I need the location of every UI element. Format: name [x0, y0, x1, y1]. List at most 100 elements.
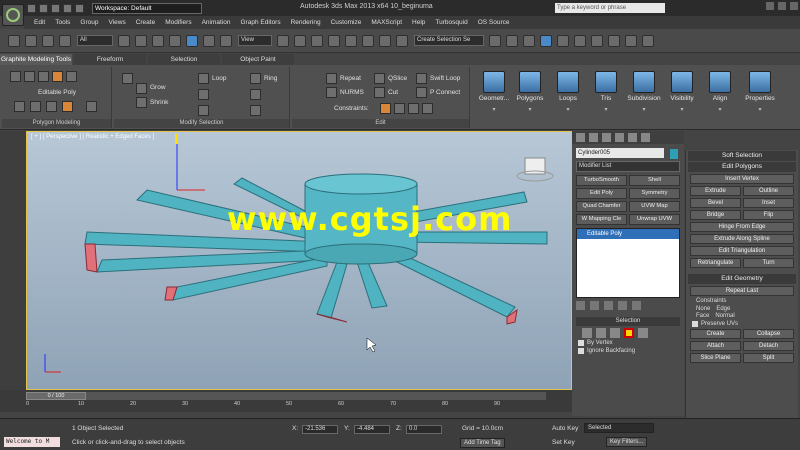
- edge-mode-icon[interactable]: [24, 71, 35, 82]
- track-bar[interactable]: 0 10 20 30 40 50 60 70 80 90: [26, 401, 546, 411]
- outline-button[interactable]: Outline: [743, 186, 794, 196]
- add-time-tag-button[interactable]: Add Time Tag: [460, 438, 505, 448]
- attach-button[interactable]: Attach: [690, 341, 741, 351]
- motion-tab-icon[interactable]: [615, 133, 624, 142]
- edit-poly-button[interactable]: Edit Poly: [576, 188, 627, 199]
- edit-named-selection-icon[interactable]: [396, 34, 408, 47]
- save-file-icon[interactable]: [51, 3, 60, 13]
- tab-graphite-modeling-tools[interactable]: Graphite Modeling Tools: [0, 54, 72, 65]
- keyboard-shortcut-icon[interactable]: [311, 34, 323, 47]
- menu-help[interactable]: Help: [412, 19, 425, 26]
- split-button[interactable]: Split: [743, 353, 794, 363]
- angle-snap-icon[interactable]: [345, 34, 357, 47]
- snaps-toggle-icon[interactable]: [328, 34, 340, 47]
- utilities-tab-icon[interactable]: [641, 133, 650, 142]
- modify-mode-icon[interactable]: [14, 101, 25, 112]
- nurms-label[interactable]: NURMS: [340, 89, 364, 96]
- element-icon[interactable]: [638, 328, 648, 338]
- spinner-snap-icon[interactable]: [379, 34, 391, 47]
- hinge-from-edge-button[interactable]: Hinge From Edge: [690, 222, 794, 232]
- selection-region-icon[interactable]: [152, 34, 164, 47]
- maxscript-listener[interactable]: Welcome to M: [4, 437, 60, 447]
- key-filters-button[interactable]: Key Filters...: [606, 437, 648, 447]
- menu-animation[interactable]: Animation: [202, 19, 231, 26]
- border-mode-icon[interactable]: [38, 71, 49, 82]
- menu-customize[interactable]: Customize: [331, 19, 362, 26]
- search-input[interactable]: Type a keyword or phrase: [555, 3, 665, 13]
- display-tab-icon[interactable]: [628, 133, 637, 142]
- constraint-face-icon[interactable]: [408, 103, 419, 114]
- constraint-normal-icon[interactable]: [422, 103, 433, 114]
- configure-sets-icon[interactable]: [632, 301, 641, 310]
- hierarchy-tab-icon[interactable]: [602, 133, 611, 142]
- undo-icon[interactable]: [8, 34, 20, 47]
- modifier-list-dropdown[interactable]: Modifier List: [576, 161, 680, 172]
- stack-item-editable-poly[interactable]: Editable Poly: [577, 229, 679, 239]
- minimize-icon[interactable]: [766, 2, 774, 10]
- menu-rendering[interactable]: Rendering: [291, 19, 321, 26]
- quad-chamfer-button[interactable]: Quad Chamfer: [576, 201, 627, 212]
- make-unique-icon[interactable]: [604, 301, 613, 310]
- object-color-swatch[interactable]: [670, 149, 678, 159]
- select-manipulate-icon[interactable]: [294, 34, 306, 47]
- slice-plane-button[interactable]: Slice Plane: [690, 353, 741, 363]
- shell-button[interactable]: Shell: [629, 175, 680, 186]
- insert-vertex-button[interactable]: Insert Vertex: [690, 174, 794, 184]
- y-coordinate-field[interactable]: -4.484: [354, 425, 390, 434]
- percent-snap-icon[interactable]: [362, 34, 374, 47]
- properties-button[interactable]: Properties ▾: [740, 69, 780, 123]
- mirror-icon[interactable]: [489, 34, 501, 47]
- open-file-icon[interactable]: [39, 3, 48, 13]
- render-icon[interactable]: [642, 34, 654, 47]
- polygon-mode-icon[interactable]: [52, 71, 63, 82]
- material-editor-icon[interactable]: [591, 34, 603, 47]
- scene-svg[interactable]: [27, 132, 572, 390]
- border-icon[interactable]: [610, 328, 620, 338]
- constraint-none-radio[interactable]: None: [696, 306, 710, 312]
- pivot-icon[interactable]: [277, 34, 289, 47]
- geometry-button[interactable]: Geometr... ▾: [474, 69, 514, 123]
- link-icon[interactable]: [42, 34, 54, 47]
- modifier-stack[interactable]: Editable Poly: [576, 228, 680, 298]
- select-by-name-icon[interactable]: [135, 34, 147, 47]
- tab-freeform[interactable]: Freeform: [74, 54, 146, 65]
- turn-button[interactable]: Turn: [743, 258, 794, 268]
- menu-views[interactable]: Views: [108, 19, 125, 26]
- cut-label[interactable]: Cut: [388, 89, 398, 96]
- object-name-field[interactable]: Cylinder005: [576, 148, 664, 158]
- constraint-edge-icon[interactable]: [394, 103, 405, 114]
- menu-modifiers[interactable]: Modifiers: [165, 19, 191, 26]
- rotate-icon[interactable]: [203, 34, 215, 47]
- ring-icon[interactable]: [250, 73, 261, 84]
- loop-shift-icon[interactable]: [198, 105, 209, 116]
- menu-create[interactable]: Create: [136, 19, 156, 26]
- x-coordinate-field[interactable]: -21.536: [302, 425, 338, 434]
- edit-geometry-rollout[interactable]: Edit Geometry: [688, 274, 796, 284]
- collapse-stack-icon[interactable]: [86, 101, 97, 112]
- graphite-toggle-icon[interactable]: [540, 34, 552, 47]
- perspective-viewport[interactable]: [ + ] [ Perspective ] [ Realistic + Edge…: [26, 131, 572, 390]
- qslice-icon[interactable]: [374, 73, 385, 84]
- window-crossing-icon[interactable]: [169, 34, 181, 47]
- named-selection-dropdown[interactable]: Create Selection Se: [414, 35, 484, 46]
- constraint-none-icon[interactable]: [380, 103, 391, 114]
- reference-coord-dropdown[interactable]: View: [238, 35, 272, 46]
- nurms-icon[interactable]: [326, 87, 337, 98]
- repeat-icon[interactable]: [326, 73, 337, 84]
- grow-ring-icon[interactable]: [122, 73, 133, 84]
- time-slider[interactable]: 0 / 100: [26, 392, 546, 400]
- app-logo[interactable]: [2, 4, 24, 26]
- new-file-icon[interactable]: [27, 3, 36, 13]
- menu-os-source[interactable]: OS Source: [478, 19, 510, 26]
- vertex-icon[interactable]: [582, 328, 592, 338]
- workspace-dropdown[interactable]: Workspace: Default: [92, 2, 202, 14]
- p-connect-icon[interactable]: [416, 87, 427, 98]
- menu-tools[interactable]: Tools: [55, 19, 70, 26]
- edge-icon[interactable]: [596, 328, 606, 338]
- preserve-uvs-checkbox[interactable]: Preserve UVs: [692, 321, 792, 327]
- auto-key-label[interactable]: Auto Key: [552, 425, 578, 432]
- remove-modifier-icon[interactable]: [618, 301, 627, 310]
- rendered-frame-icon[interactable]: [625, 34, 637, 47]
- ring-shift-icon[interactable]: [250, 105, 261, 116]
- swift-loop-icon[interactable]: [416, 73, 427, 84]
